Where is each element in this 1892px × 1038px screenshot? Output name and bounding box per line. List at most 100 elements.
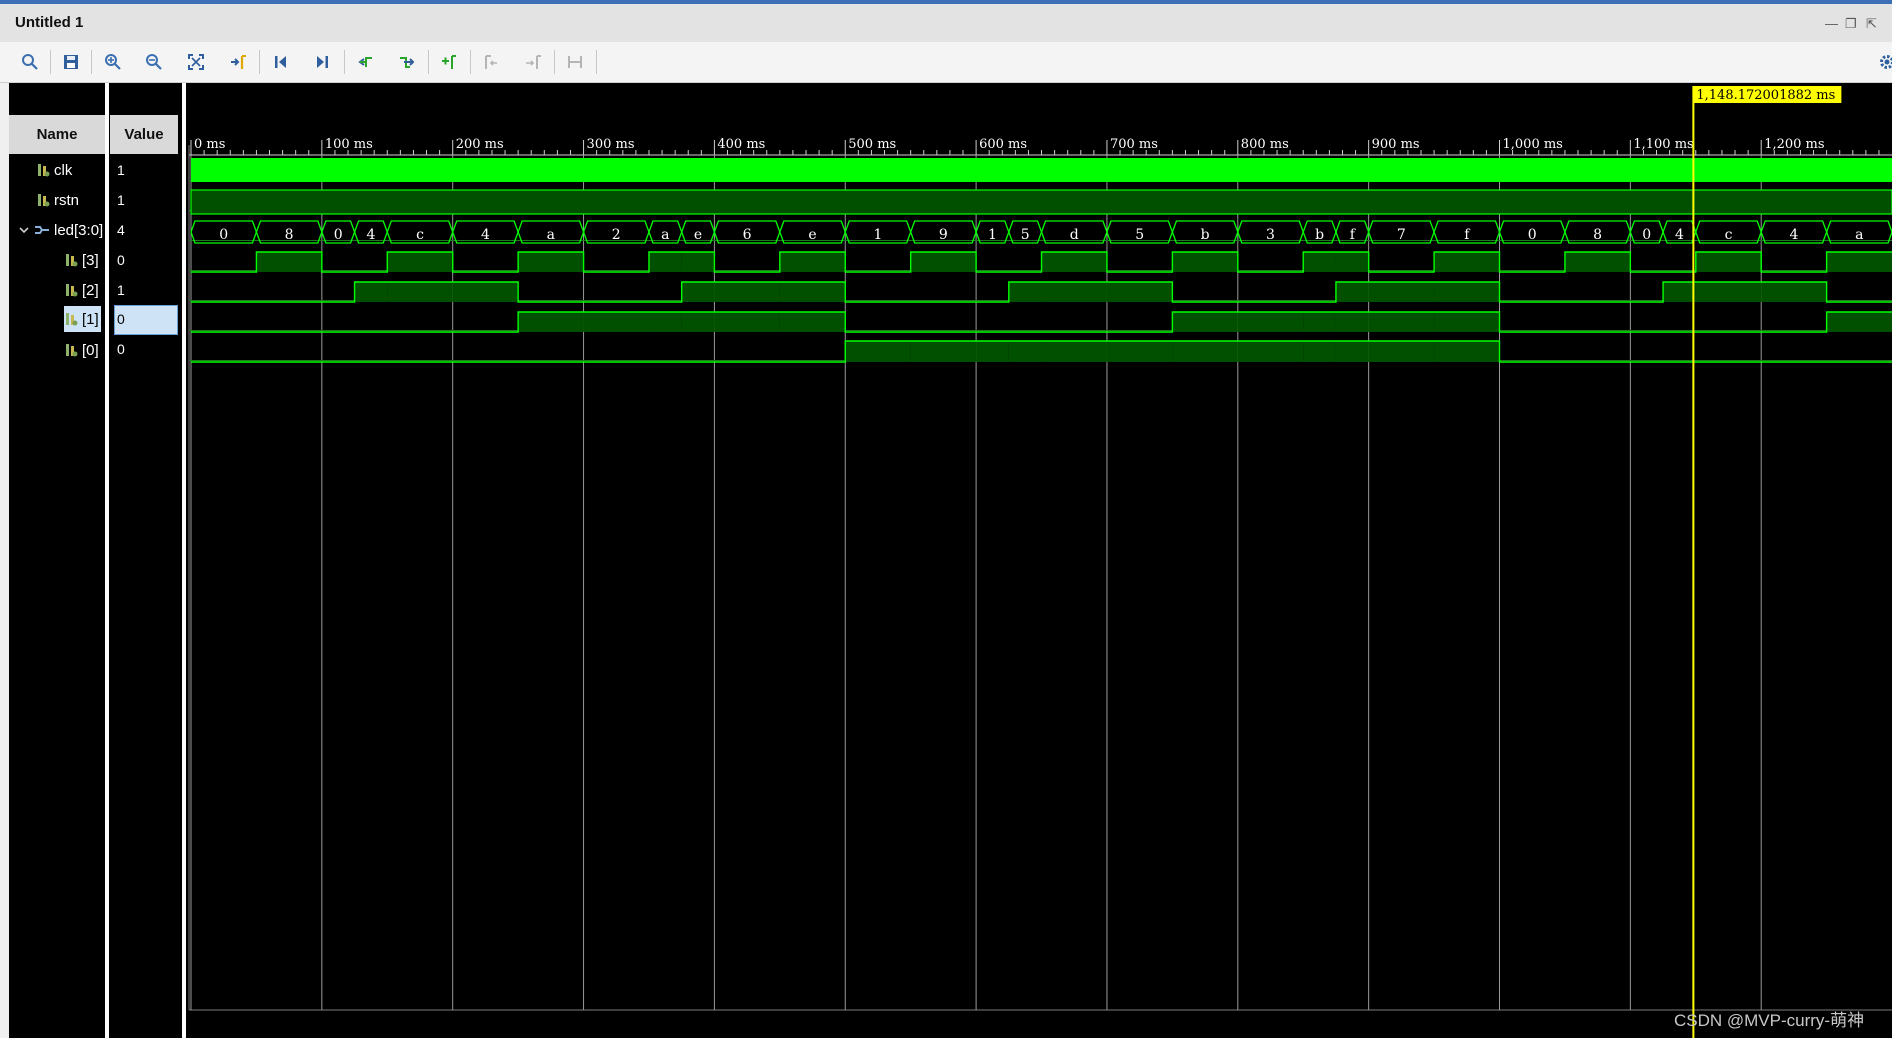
bit-high-fill	[1172, 252, 1238, 272]
bit-high-fill	[1434, 282, 1500, 302]
cursor-time-label: 1,148.172001882 ms	[1696, 88, 1835, 103]
bus-value-label: 4	[1789, 227, 1798, 243]
bus-value-label: 4	[481, 227, 490, 243]
bus-value-label: e	[694, 227, 702, 243]
bus-value-label: 5	[1135, 227, 1144, 243]
bit-high-fill	[1303, 341, 1336, 362]
bit-high-fill	[1335, 282, 1369, 302]
bit-high-fill	[256, 252, 322, 272]
bit-high-fill	[779, 252, 846, 272]
bit-high-fill	[910, 341, 977, 362]
bus-value-label: 0	[1528, 227, 1537, 243]
bus-value-label: 1	[874, 227, 883, 243]
bus-value-label: b	[1315, 227, 1324, 243]
bus-value-label: 7	[1397, 227, 1406, 243]
bit-high-fill	[1826, 312, 1892, 332]
bit-high-fill	[1761, 282, 1827, 302]
bit-high-fill	[1663, 282, 1696, 302]
bit-high-fill	[1041, 252, 1107, 272]
bit-high-fill	[1368, 312, 1435, 332]
bit-high-fill	[1335, 312, 1369, 332]
time-tick-label: 900 ms	[1372, 137, 1420, 152]
bus-value-label: a	[661, 227, 669, 243]
time-tick-label: 100 ms	[325, 137, 373, 152]
bit-high-fill	[1041, 282, 1107, 302]
time-tick-label: 200 ms	[456, 137, 504, 152]
bit-high-fill	[518, 312, 584, 332]
bit-high-fill	[1368, 282, 1435, 302]
bus-value-label: 1	[988, 227, 997, 243]
bit-high-fill	[648, 252, 682, 272]
time-tick-label: 800 ms	[1241, 137, 1289, 152]
bit-high-fill	[714, 312, 780, 332]
bus-value-label: 8	[1593, 227, 1602, 243]
bit-high-fill	[387, 252, 453, 272]
bit-high-fill	[845, 341, 911, 362]
bit-high-fill	[1303, 252, 1336, 272]
bit-high-fill	[1826, 252, 1892, 272]
bit-high-fill	[910, 252, 977, 272]
bit-high-fill	[1335, 252, 1369, 272]
bit-high-fill	[648, 312, 682, 332]
bit-high-fill	[452, 282, 519, 302]
bus-value-label: 0	[219, 227, 228, 243]
bit-high-fill	[1237, 312, 1304, 332]
time-tick-label: 400 ms	[717, 137, 765, 152]
bus-value-label: 3	[1266, 227, 1275, 243]
bit-high-fill	[681, 312, 715, 332]
bit-high-fill	[1434, 312, 1500, 332]
bit-high-fill	[681, 252, 715, 272]
bit-high-fill	[1008, 341, 1042, 362]
bit-high-fill	[354, 282, 388, 302]
bit-high-fill	[1172, 341, 1238, 362]
bit-high-fill	[1106, 341, 1173, 362]
rstn-waveform	[190, 189, 1892, 215]
bus-value-label: 0	[1642, 227, 1651, 243]
bus-value-label: a	[1855, 227, 1863, 243]
bus-value-label: 2	[612, 227, 621, 243]
bit-high-fill	[1008, 282, 1042, 302]
bus-value-label: a	[547, 227, 555, 243]
bus-value-label: c	[416, 227, 424, 243]
bit-high-fill	[779, 282, 846, 302]
bit-high-fill	[1368, 341, 1435, 362]
bus-value-label: d	[1070, 227, 1079, 243]
time-tick-label: 700 ms	[1110, 137, 1158, 152]
time-tick-label: 300 ms	[587, 137, 635, 152]
time-tick-label: 500 ms	[848, 137, 896, 152]
watermark: CSDN @MVP-curry-萌神	[1674, 1011, 1865, 1030]
bit-high-fill	[1172, 312, 1238, 332]
bit-high-fill	[1237, 341, 1304, 362]
bit-waveform-led-1	[191, 311, 1892, 333]
bit-high-fill	[1695, 282, 1762, 302]
bus-value-label: 4	[1675, 227, 1684, 243]
waveform-viewer[interactable]: 0 ms 100 ms 200 ms 300 ms 400 ms 500 ms 600 ms…	[0, 0, 1892, 1038]
bus-value-label: 9	[939, 227, 948, 243]
bit-high-fill	[779, 312, 846, 332]
time-tick-label: 600 ms	[979, 137, 1027, 152]
bit-high-fill	[518, 252, 584, 272]
bus-value-label: e	[808, 227, 816, 243]
bus-value-label: 4	[366, 227, 375, 243]
clk-waveform	[191, 158, 1892, 182]
bit-high-fill	[1335, 341, 1369, 362]
bus-value-label: c	[1725, 227, 1733, 243]
bit-high-fill	[1434, 341, 1500, 362]
bit-high-fill	[1041, 341, 1107, 362]
bit-high-fill	[583, 312, 649, 332]
bit-high-fill	[1106, 282, 1173, 302]
bit-high-fill	[681, 282, 715, 302]
time-tick-label: 0 ms	[194, 137, 225, 152]
bus-value-label: 0	[334, 227, 343, 243]
bit-high-fill	[1303, 312, 1336, 332]
bus-value-label: 6	[743, 227, 752, 243]
time-tick-label: 1,000 ms	[1503, 137, 1563, 152]
time-tick-label: 1,100 ms	[1633, 137, 1693, 152]
bit-high-fill	[714, 282, 780, 302]
bus-value-label: 5	[1021, 227, 1030, 243]
bus-value-label: b	[1201, 227, 1210, 243]
bus-value-label: 8	[285, 227, 294, 243]
bit-high-fill	[1564, 252, 1631, 272]
bit-high-fill	[1695, 252, 1762, 272]
bit-high-fill	[1434, 252, 1500, 272]
